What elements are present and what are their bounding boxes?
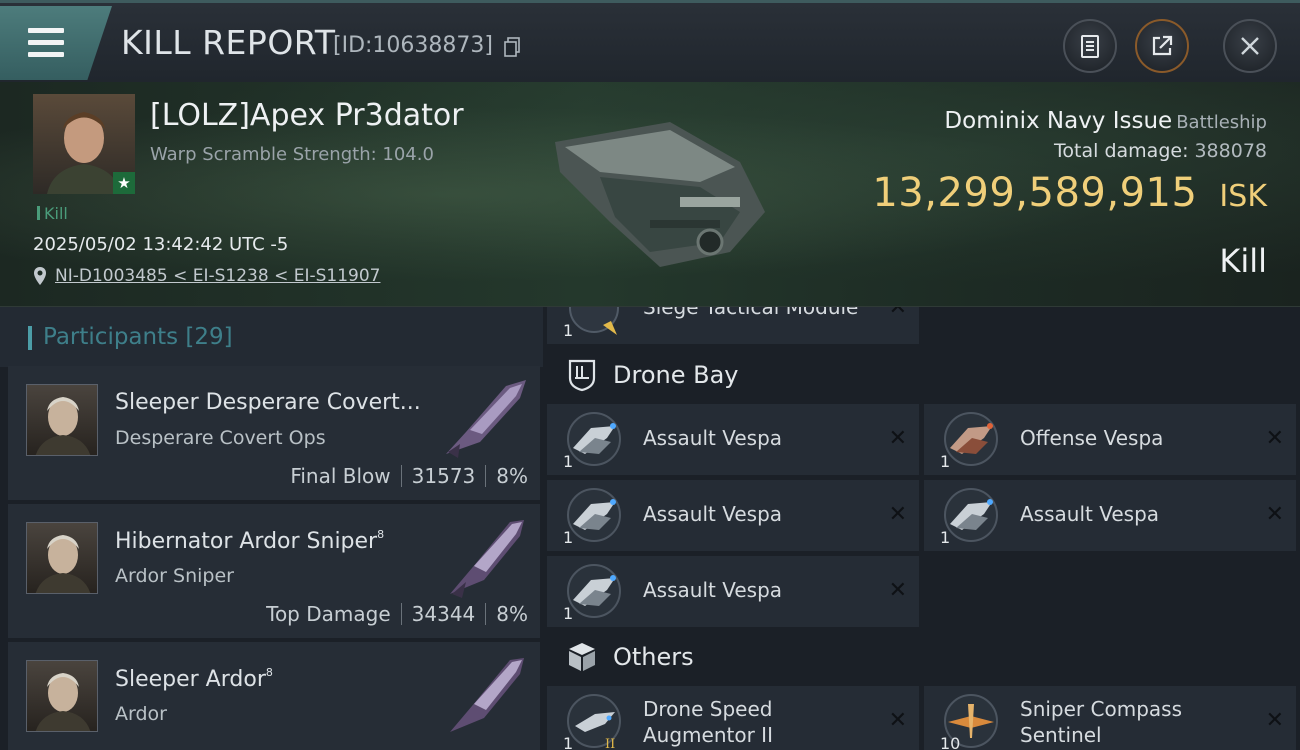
drone-slot[interactable]: 1 Assault Vespa ✕ — [547, 404, 919, 475]
header-bar: KILL REPORT [ID:10638873] — [0, 0, 1300, 82]
participant-name: Sleeper Ardor8 — [115, 666, 273, 692]
fittings-panel: 1 Siege Tactical Module ✕ Drone Bay 1 As… — [543, 307, 1300, 750]
participant-ship-image — [450, 658, 524, 732]
victim-ship[interactable]: Dominix Navy Issue Battleship — [944, 108, 1267, 134]
drone-slot[interactable]: 1 Assault Vespa ✕ — [924, 480, 1296, 551]
participant-card[interactable]: Sleeper Ardor8 Ardor — [8, 642, 540, 750]
participant-stats: Top Damage 34344 8% — [266, 602, 528, 626]
participant-ship: Ardor Sniper — [115, 565, 234, 587]
report-id: [ID:10638873] — [333, 33, 493, 58]
participants-header: Participants [29] — [0, 307, 543, 367]
participant-portrait — [26, 522, 98, 594]
close-button[interactable] — [1223, 19, 1277, 73]
participant-stats: Final Blow 31573 8% — [290, 464, 528, 488]
victim-ship-image — [555, 122, 765, 267]
participant-ship-image — [446, 380, 526, 458]
drone-slot[interactable]: 1 Offense Vespa ✕ — [924, 404, 1296, 475]
page-title: KILL REPORT — [121, 23, 336, 62]
section-others: Others — [543, 629, 1300, 685]
cube-icon — [569, 643, 595, 671]
remove-icon[interactable]: ✕ — [1266, 426, 1284, 451]
participant-card[interactable]: Hibernator Ardor Sniper8 Ardor Sniper To… — [8, 504, 540, 638]
remove-icon[interactable]: ✕ — [889, 578, 907, 603]
participant-ship: Desperare Covert Ops — [115, 427, 326, 449]
result-label: Kill — [1219, 242, 1267, 280]
participants-panel: Participants [29] Sleeper Desperare Cove… — [0, 307, 543, 750]
share-icon — [1152, 35, 1173, 56]
remove-icon[interactable]: ✕ — [889, 708, 907, 733]
remove-icon[interactable]: ✕ — [889, 502, 907, 527]
remove-icon[interactable]: ✕ — [889, 426, 907, 451]
cargo-slot[interactable]: 10 Sniper Compass Sentinel ✕ — [924, 686, 1296, 750]
remove-icon[interactable]: ✕ — [889, 307, 907, 320]
total-damage: Total damage: 388078 — [1054, 140, 1267, 162]
isk-value: 13,299,589,915 ISK — [872, 170, 1267, 216]
copy-icon[interactable] — [504, 37, 520, 57]
victim-banner: ★ [LOLZ]Apex Pr3dator Warp Scramble Stre… — [0, 82, 1300, 307]
remove-icon[interactable]: ✕ — [1266, 502, 1284, 527]
hamburger-icon — [28, 28, 64, 33]
kill-tag: Kill — [37, 204, 68, 223]
kill-datetime: 2025/05/02 13:42:42 UTC -5 — [33, 234, 289, 255]
clipboard-button[interactable] — [1063, 19, 1117, 73]
participant-ship-image — [450, 520, 524, 598]
participant-portrait — [26, 660, 98, 732]
menu-button[interactable] — [0, 6, 112, 80]
close-icon — [1241, 37, 1259, 55]
drone-bay-icon — [568, 359, 596, 392]
location-pin-icon — [34, 267, 46, 285]
share-button[interactable] — [1135, 19, 1189, 73]
cargo-slot[interactable]: II 1 Drone Speed Augmentor II ✕ — [547, 686, 919, 750]
remove-icon[interactable]: ✕ — [1266, 708, 1284, 733]
participant-name: Hibernator Ardor Sniper8 — [115, 528, 385, 554]
clipboard-icon — [1081, 35, 1099, 58]
svg-text:II: II — [605, 737, 615, 750]
participant-card[interactable]: Sleeper Desperare Covert... Desperare Co… — [8, 366, 540, 500]
kill-location[interactable]: NI-D1003485 < EI-S1238 < EI-S11907 — [33, 266, 380, 286]
victim-pilot-name[interactable]: [LOLZ]Apex Pr3dator — [150, 98, 464, 133]
section-drone-bay: Drone Bay — [543, 347, 1300, 403]
module-slot[interactable]: 1 Siege Tactical Module ✕ — [547, 307, 919, 344]
drone-slot[interactable]: 1 Assault Vespa ✕ — [547, 556, 919, 627]
victim-avatar[interactable]: ★ — [33, 94, 135, 194]
drone-slot[interactable]: 1 Assault Vespa ✕ — [547, 480, 919, 551]
participant-name: Sleeper Desperare Covert... — [115, 390, 421, 415]
star-icon: ★ — [113, 172, 135, 194]
participant-ship: Ardor — [115, 703, 167, 725]
participant-portrait — [26, 384, 98, 456]
warp-scramble-strength: Warp Scramble Strength: 104.0 — [150, 144, 434, 165]
